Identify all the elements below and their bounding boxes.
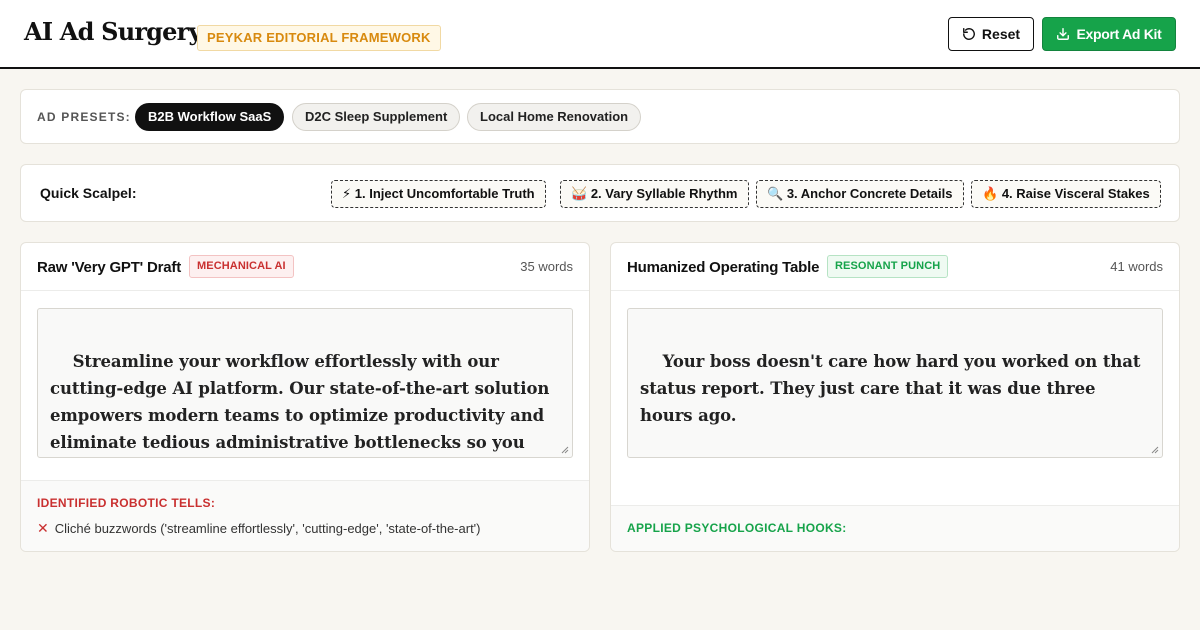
tool-visceral-stakes[interactable]: 🔥 4. Raise Visceral Stakes [971,180,1161,208]
tool-syllable-rhythm[interactable]: 🥁 2. Vary Syllable Rhythm [560,180,749,208]
humanized-word-count: 41 words [1110,259,1163,274]
preset-chip-b2b-saas[interactable]: B2B Workflow SaaS [135,103,285,131]
humanized-text: Your boss doesn't care how hard you work… [640,352,1141,425]
finding-text: Cliché buzzwords ('streamline effortless… [54,521,481,536]
list-item: ✕ Cliché buzzwords ('streamline effortles… [37,520,481,537]
humanized-header: Humanized Operating Table RESONANT PUNCH… [611,243,1179,291]
tool-uncomfortable-truth[interactable]: ⚡ 1. Inject Uncomfortable Truth [331,180,546,208]
framework-badge: PEYKAR EDITORIAL FRAMEWORK [197,25,441,51]
mechanical-ai-tag: MECHANICAL AI [189,255,294,278]
raw-draft-text: Streamline your workflow effortlessly wi… [50,352,550,452]
humanized-title: Humanized Operating Table [627,259,820,276]
quick-scalpel-bar: Quick Scalpel: ⚡ 1. Inject Uncomfortable… [20,164,1180,222]
reset-label: Reset [981,26,1021,42]
raw-draft-panel: Raw 'Very GPT' Draft MECHANICAL AI 35 wo… [20,242,590,552]
humanized-panel: Humanized Operating Table RESONANT PUNCH… [610,242,1180,552]
psychological-hooks-title: APPLIED PSYCHOLOGICAL HOOKS: [627,521,847,535]
ad-presets-bar: AD PRESETS: B2B Workflow SaaS D2C Sleep … [20,89,1180,144]
preset-chip-sleep-supplement[interactable]: D2C Sleep Supplement [292,103,461,131]
app-header: AI Ad Surgery PEYKAR EDITORIAL FRAMEWORK… [0,0,1200,69]
app-title: AI Ad Surgery [24,17,202,46]
tool-label: 2. Vary Syllable Rhythm [590,186,738,201]
export-ad-kit-button[interactable]: Export Ad Kit [1042,17,1176,51]
fire-icon: 🔥 [982,186,999,201]
humanized-textarea[interactable]: Your boss doesn't care how hard you work… [627,308,1163,458]
raw-draft-textarea[interactable]: Streamline your workflow effortlessly wi… [37,308,573,458]
cross-icon: ✕ [37,520,49,536]
psychological-hooks-section: APPLIED PSYCHOLOGICAL HOOKS: [611,505,1179,551]
lightning-icon: ⚡ [342,186,352,201]
quick-scalpel-label: Quick Scalpel: [40,185,137,201]
tool-concrete-details[interactable]: 🔍 3. Anchor Concrete Details [756,180,964,208]
resize-grip-icon[interactable] [1151,446,1159,454]
magnifier-icon: 🔍 [767,186,784,201]
tool-label: 3. Anchor Concrete Details [786,186,953,201]
export-label: Export Ad Kit [1076,26,1162,42]
robotic-tells-title: IDENTIFIED ROBOTIC TELLS: [37,496,216,510]
reset-icon [962,27,976,41]
reset-button[interactable]: Reset [948,17,1034,51]
raw-word-count: 35 words [520,259,573,274]
tool-label: 4. Raise Visceral Stakes [1001,186,1150,201]
presets-label: AD PRESETS: [37,110,131,124]
drum-icon: 🥁 [571,186,588,201]
tool-label: 1. Inject Uncomfortable Truth [354,186,535,201]
resonant-punch-tag: RESONANT PUNCH [827,255,949,278]
download-icon [1056,27,1070,41]
raw-draft-title: Raw 'Very GPT' Draft [37,259,182,276]
robotic-tells-section: IDENTIFIED ROBOTIC TELLS: ✕ Cliché buzzwo… [21,480,589,551]
resize-grip-icon[interactable] [561,446,569,454]
preset-chip-home-renovation[interactable]: Local Home Renovation [467,103,642,131]
raw-draft-header: Raw 'Very GPT' Draft MECHANICAL AI 35 wo… [21,243,589,291]
